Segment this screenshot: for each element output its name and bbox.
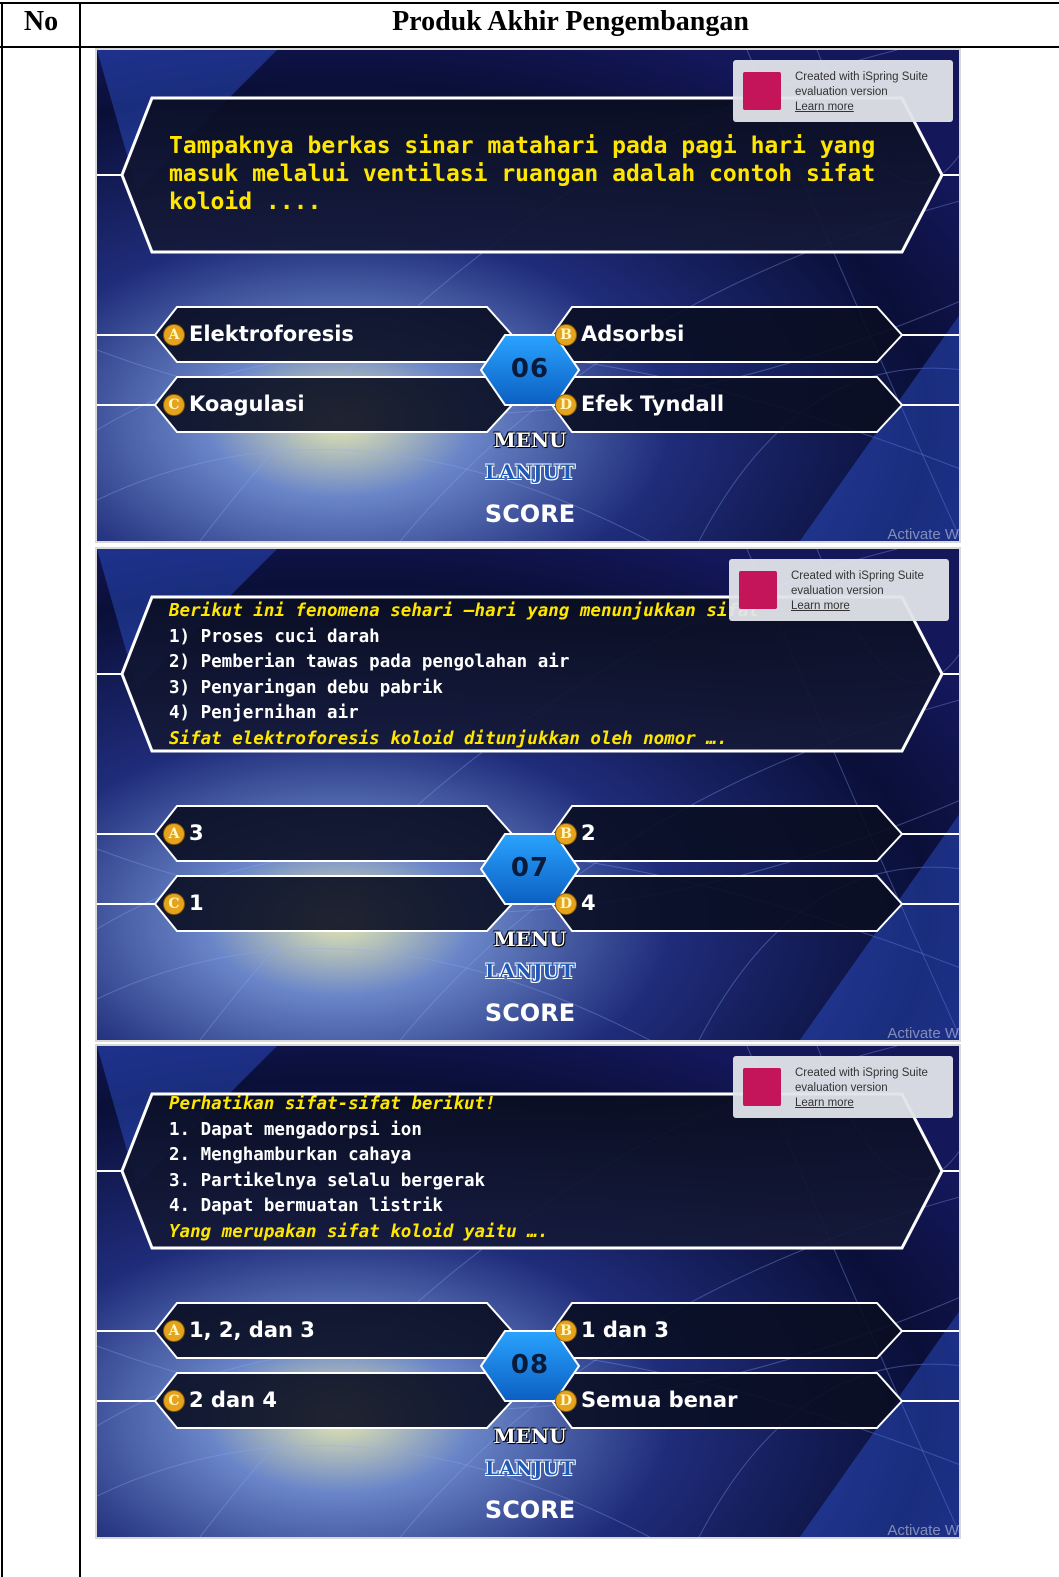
answer-d[interactable]: D4 bbox=[555, 888, 596, 918]
activate-windows-watermark: Activate W bbox=[887, 1025, 959, 1042]
menu-button[interactable]: MENU bbox=[470, 927, 590, 951]
answer-letter-badge: A bbox=[163, 324, 185, 346]
ispring-logo-icon bbox=[739, 571, 777, 609]
answer-d[interactable]: D Efek Tyndall bbox=[555, 389, 724, 419]
answer-text: 2 dan 4 bbox=[189, 1388, 277, 1412]
quiz-slide-2: Berikut ini fenomena sehari –hari yang m… bbox=[95, 547, 961, 1042]
answer-text: 1 dan 3 bbox=[581, 1318, 669, 1342]
answer-a[interactable]: A Elektroforesis bbox=[163, 319, 354, 349]
answer-text: Elektroforesis bbox=[189, 322, 354, 346]
question-text: Berikut ini fenomena sehari –hari yang m… bbox=[169, 599, 789, 752]
table-left-border bbox=[1, 2, 3, 1577]
answer-text: Efek Tyndall bbox=[581, 392, 725, 416]
answer-letter-badge: B bbox=[555, 823, 577, 845]
question-number: 06 bbox=[510, 354, 550, 384]
answer-letter-badge: A bbox=[163, 1320, 185, 1342]
ispring-watermark[interactable]: Created with iSpring Suite evaluation ver… bbox=[733, 1056, 953, 1118]
answer-text: 1 bbox=[189, 891, 204, 915]
question-option: 2. Menghamburkan cahaya bbox=[169, 1145, 412, 1165]
answer-d[interactable]: D Semua benar bbox=[555, 1385, 737, 1415]
question-option: 3) Penyaringan debu pabrik bbox=[169, 677, 443, 698]
answer-letter-badge: C bbox=[163, 893, 185, 915]
ispring-line1: Created with iSpring Suite bbox=[795, 1067, 928, 1079]
menu-button[interactable]: MENU bbox=[470, 428, 590, 452]
question-intro: Berikut ini fenomena sehari –hari yang m… bbox=[169, 601, 760, 621]
question-option: 1) Proses cuci darah bbox=[169, 626, 380, 647]
answer-c[interactable]: C1 bbox=[163, 888, 204, 918]
question-text: Tampaknya berkas sinar matahari pada pag… bbox=[169, 133, 876, 215]
score-button[interactable]: SCORE bbox=[470, 1496, 590, 1524]
lanjut-button[interactable]: LANJUT bbox=[470, 1456, 590, 1480]
lanjut-button[interactable]: LANJUT bbox=[470, 460, 590, 484]
answer-letter-badge: D bbox=[555, 1390, 577, 1412]
learn-more-link[interactable]: Learn more bbox=[795, 100, 928, 115]
answer-letter-badge: A bbox=[163, 823, 185, 845]
answer-letter-badge: D bbox=[555, 394, 577, 416]
ispring-logo-icon bbox=[743, 72, 781, 110]
activate-windows-watermark: Activate W bbox=[887, 526, 959, 543]
answer-b[interactable]: B1 dan 3 bbox=[555, 1315, 669, 1345]
ispring-line2: evaluation version bbox=[795, 1082, 888, 1094]
score-button[interactable]: SCORE bbox=[470, 500, 590, 528]
question-text: Perhatikan sifat-sifat berikut! 1. Dapat… bbox=[169, 1092, 789, 1245]
answer-letter-badge: B bbox=[555, 324, 577, 346]
answer-text: 3 bbox=[189, 821, 204, 845]
question-prompt: Yang merupakan sifat koloid yaitu …. bbox=[169, 1221, 549, 1242]
score-button[interactable]: SCORE bbox=[470, 999, 590, 1027]
ispring-watermark[interactable]: Created with iSpring Suite evaluation ver… bbox=[733, 60, 953, 122]
ispring-line2: evaluation version bbox=[791, 585, 884, 597]
question-option: 4. Dapat bermuatan listrik bbox=[169, 1196, 443, 1216]
answer-c[interactable]: C Koagulasi bbox=[163, 389, 305, 419]
column-header-product: Produk Akhir Pengembangan bbox=[392, 6, 749, 37]
answer-b[interactable]: B Adsorbsi bbox=[555, 319, 684, 349]
answer-letter-badge: B bbox=[555, 1320, 577, 1342]
question-number: 08 bbox=[510, 1350, 550, 1380]
answer-c[interactable]: C2 dan 4 bbox=[163, 1385, 277, 1415]
answer-letter-badge: C bbox=[163, 394, 185, 416]
learn-more-link[interactable]: Learn more bbox=[791, 599, 924, 614]
ispring-line1: Created with iSpring Suite bbox=[795, 71, 928, 83]
question-intro: Perhatikan sifat-sifat berikut! bbox=[169, 1094, 496, 1114]
answer-text: Koagulasi bbox=[189, 392, 305, 416]
answer-text: Semua benar bbox=[581, 1388, 738, 1412]
table-column-divider bbox=[79, 2, 81, 1577]
answer-text: 4 bbox=[581, 891, 596, 915]
menu-button[interactable]: MENU bbox=[470, 1424, 590, 1448]
question-number: 07 bbox=[510, 853, 550, 883]
answer-text: Adsorbsi bbox=[581, 322, 685, 346]
question-option: 3. Partikelnya selalu bergerak bbox=[169, 1170, 486, 1191]
activate-windows-watermark: Activate W bbox=[887, 1522, 959, 1539]
question-option: 2) Pemberian tawas pada pengolahan air bbox=[169, 652, 570, 672]
answer-letter-badge: C bbox=[163, 1390, 185, 1412]
answer-a[interactable]: A 1, 2, dan 3 bbox=[163, 1315, 315, 1345]
answer-a[interactable]: A3 bbox=[163, 818, 204, 848]
answer-letter-badge: D bbox=[555, 893, 577, 915]
lanjut-button[interactable]: LANJUT bbox=[470, 959, 590, 983]
ispring-logo-icon bbox=[743, 1068, 781, 1106]
quiz-slide-3: Perhatikan sifat-sifat berikut! 1. Dapat… bbox=[95, 1044, 961, 1539]
ispring-line1: Created with iSpring Suite bbox=[791, 570, 924, 582]
answer-text: 2 bbox=[581, 821, 596, 845]
learn-more-link[interactable]: Learn more bbox=[795, 1096, 928, 1111]
ispring-watermark[interactable]: Created with iSpring Suite evaluation ver… bbox=[729, 559, 949, 621]
answer-text: 1, 2, dan 3 bbox=[189, 1318, 315, 1342]
question-option: 1. Dapat mengadorpsi ion bbox=[169, 1119, 422, 1140]
ispring-line2: evaluation version bbox=[795, 86, 888, 98]
question-prompt: Sifat elektroforesis koloid ditunjukkan … bbox=[169, 728, 728, 749]
column-header-no: No bbox=[23, 6, 59, 37]
table-top-border bbox=[0, 2, 1059, 4]
question-option: 4) Penjernihan air bbox=[169, 703, 359, 723]
quiz-slide-1: Tampaknya berkas sinar matahari pada pag… bbox=[95, 48, 961, 543]
answer-b[interactable]: B2 bbox=[555, 818, 596, 848]
